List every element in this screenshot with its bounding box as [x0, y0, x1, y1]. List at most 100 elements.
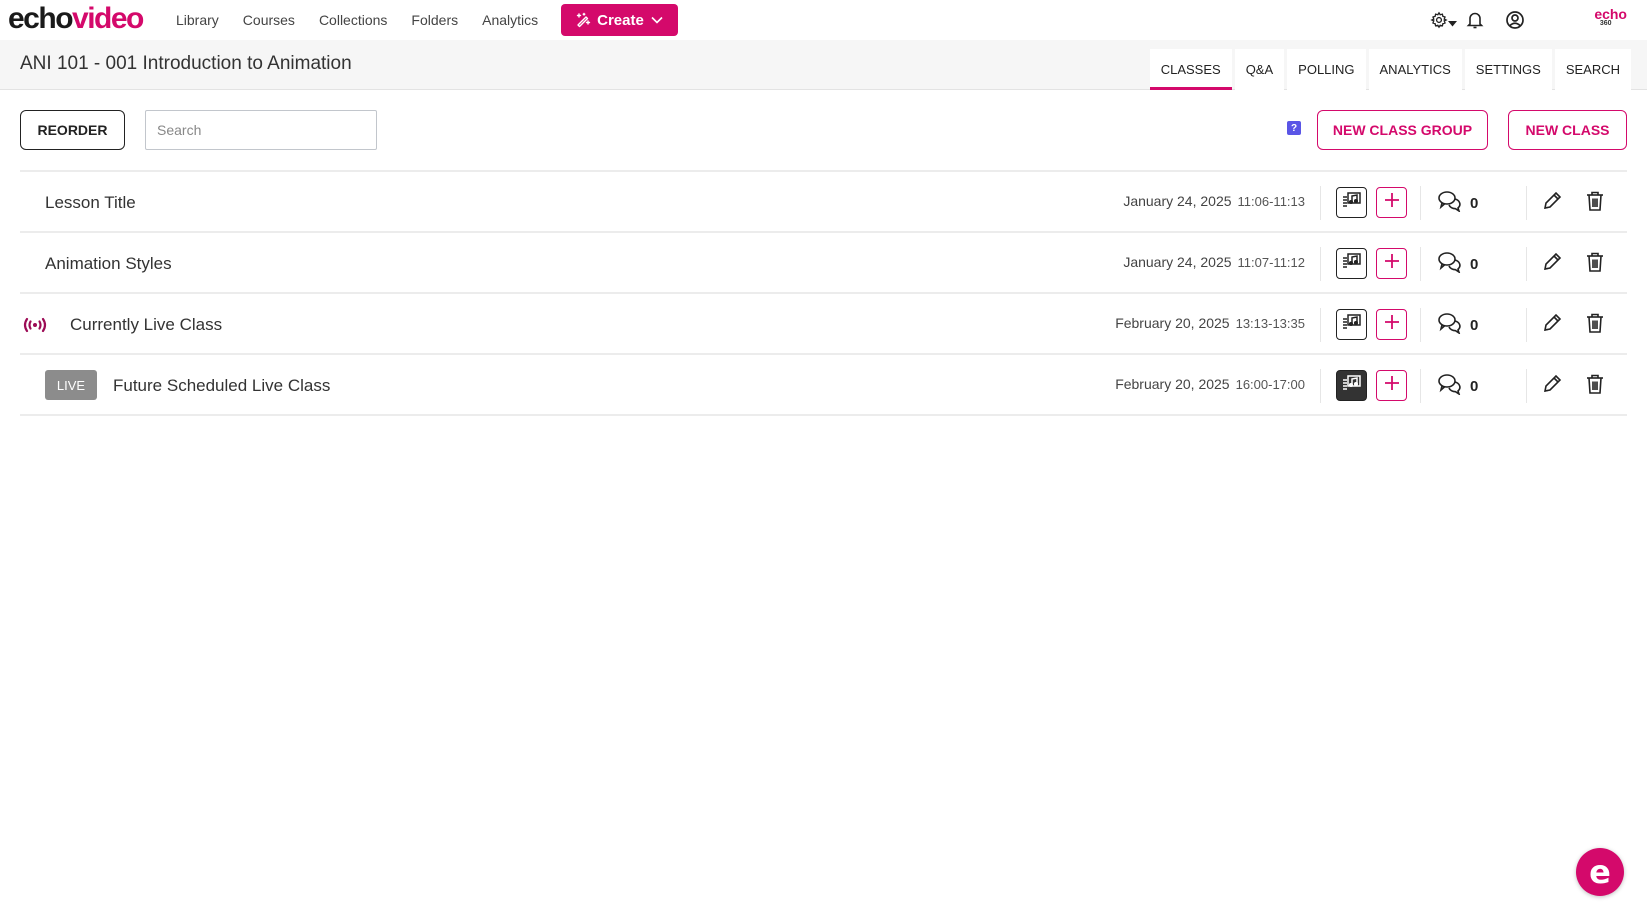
class-time: 11:06-11:13: [1237, 194, 1305, 209]
tab-classes[interactable]: CLASSES: [1149, 49, 1232, 90]
chat-bubbles-icon: [1438, 190, 1464, 217]
media-button[interactable]: [1336, 248, 1367, 279]
divider: [1320, 308, 1321, 342]
delete-button[interactable]: [1585, 373, 1605, 400]
edit-button[interactable]: [1541, 373, 1563, 400]
divider: [1526, 369, 1527, 403]
media-icon: [1342, 252, 1362, 275]
comments-link[interactable]: 0: [1438, 251, 1478, 278]
top-navigation: echovideo Library Courses Collections Fo…: [0, 0, 1647, 40]
create-button[interactable]: Create: [561, 4, 678, 36]
class-datetime: February 20, 2025 16:00-17:00: [1115, 376, 1305, 392]
add-media-button[interactable]: [1376, 248, 1407, 279]
notifications-button[interactable]: [1466, 10, 1484, 35]
divider: [1420, 308, 1421, 342]
class-datetime: January 24, 2025 11:06-11:13: [1123, 193, 1305, 209]
pencil-icon: [1541, 191, 1563, 216]
tab-polling[interactable]: POLLING: [1287, 49, 1366, 90]
media-icon: [1342, 374, 1362, 397]
add-media-button[interactable]: [1376, 370, 1407, 401]
plus-icon: [1383, 191, 1401, 214]
create-button-label: Create: [597, 11, 644, 29]
course-title: ANI 101 - 001 Introduction to Animation: [20, 53, 352, 74]
new-class-button[interactable]: NEW CLASS: [1508, 110, 1627, 150]
echo360-logo[interactable]: echo 360: [1594, 7, 1627, 27]
class-title[interactable]: Lesson Title: [45, 193, 136, 213]
divider: [1320, 369, 1321, 403]
echo-assistant-button[interactable]: e: [1576, 848, 1624, 896]
plus-icon: [1383, 374, 1401, 397]
comments-link[interactable]: 0: [1438, 190, 1478, 217]
media-button[interactable]: [1336, 309, 1367, 340]
account-button[interactable]: [1505, 10, 1525, 35]
echovideo-logo[interactable]: echovideo: [8, 2, 144, 36]
divider: [1320, 247, 1321, 281]
main-nav-links: Library Courses Collections Folders Anal…: [176, 0, 562, 40]
class-row[interactable]: LIVE Future Scheduled Live Class Februar…: [20, 355, 1627, 416]
class-row[interactable]: Animation Styles January 24, 2025 11:07-1…: [20, 233, 1627, 294]
add-media-button[interactable]: [1376, 187, 1407, 218]
class-row[interactable]: Lesson Title January 24, 2025 11:06-11:13…: [20, 172, 1627, 233]
media-button[interactable]: [1336, 370, 1367, 401]
nav-courses[interactable]: Courses: [243, 12, 295, 28]
divider: [1420, 186, 1421, 220]
class-row[interactable]: Currently Live Class February 20, 2025 13…: [20, 294, 1627, 355]
pencil-icon: [1541, 374, 1563, 399]
nav-folders[interactable]: Folders: [411, 12, 458, 28]
chat-bubbles-icon: [1438, 312, 1464, 339]
pencil-icon: [1541, 313, 1563, 338]
plus-icon: [1383, 252, 1401, 275]
tab-settings[interactable]: SETTINGS: [1464, 49, 1552, 90]
plus-icon: [1383, 313, 1401, 336]
media-icon: [1342, 313, 1362, 336]
nav-collections[interactable]: Collections: [319, 12, 387, 28]
class-title[interactable]: Currently Live Class: [70, 315, 222, 335]
media-button[interactable]: [1336, 187, 1367, 218]
reorder-button[interactable]: REORDER: [20, 110, 125, 150]
logo-echo-text: echo: [8, 2, 74, 35]
search-input[interactable]: [145, 110, 377, 150]
course-header: ANI 101 - 001 Introduction to Animation …: [0, 40, 1647, 90]
divider: [1526, 247, 1527, 281]
add-media-button[interactable]: [1376, 309, 1407, 340]
trash-icon: [1585, 191, 1605, 216]
comment-count: 0: [1470, 378, 1479, 395]
divider: [1526, 186, 1527, 220]
edit-button[interactable]: [1541, 312, 1563, 339]
comments-link[interactable]: 0: [1438, 373, 1478, 400]
tab-qa[interactable]: Q&A: [1234, 49, 1285, 90]
live-broadcast-icon: [22, 316, 48, 339]
divider: [1420, 247, 1421, 281]
nav-library[interactable]: Library: [176, 12, 219, 28]
trash-icon: [1585, 313, 1605, 338]
comment-count: 0: [1470, 195, 1479, 212]
magic-wand-icon: [575, 12, 591, 28]
tab-search[interactable]: SEARCH: [1554, 49, 1631, 90]
comments-link[interactable]: 0: [1438, 312, 1478, 339]
class-datetime: February 20, 2025 13:13-13:35: [1115, 315, 1305, 331]
delete-button[interactable]: [1585, 312, 1605, 339]
new-class-group-button[interactable]: NEW CLASS GROUP: [1317, 110, 1488, 150]
edit-button[interactable]: [1541, 251, 1563, 278]
class-title[interactable]: Animation Styles: [45, 254, 172, 274]
comment-count: 0: [1470, 256, 1479, 273]
media-icon: [1342, 191, 1362, 214]
delete-button[interactable]: [1585, 190, 1605, 217]
class-date: January 24, 2025: [1123, 254, 1232, 270]
course-tabs: CLASSES Q&A POLLING ANALYTICS SETTINGS S…: [1147, 49, 1631, 90]
class-datetime: January 24, 2025 11:07-11:12: [1123, 254, 1305, 270]
delete-button[interactable]: [1585, 251, 1605, 278]
class-date: February 20, 2025: [1115, 315, 1230, 331]
nav-analytics[interactable]: Analytics: [482, 12, 538, 28]
help-icon[interactable]: ?: [1287, 121, 1301, 135]
chevron-down-icon: [650, 13, 664, 27]
tab-analytics[interactable]: ANALYTICS: [1368, 49, 1462, 90]
class-date: January 24, 2025: [1123, 193, 1232, 209]
edit-button[interactable]: [1541, 190, 1563, 217]
user-circle-icon: [1505, 10, 1525, 35]
settings-menu-button[interactable]: [1427, 11, 1459, 34]
class-list: Lesson Title January 24, 2025 11:06-11:13…: [20, 170, 1627, 416]
class-title[interactable]: Future Scheduled Live Class: [113, 376, 330, 396]
comment-count: 0: [1470, 317, 1479, 334]
trash-icon: [1585, 252, 1605, 277]
